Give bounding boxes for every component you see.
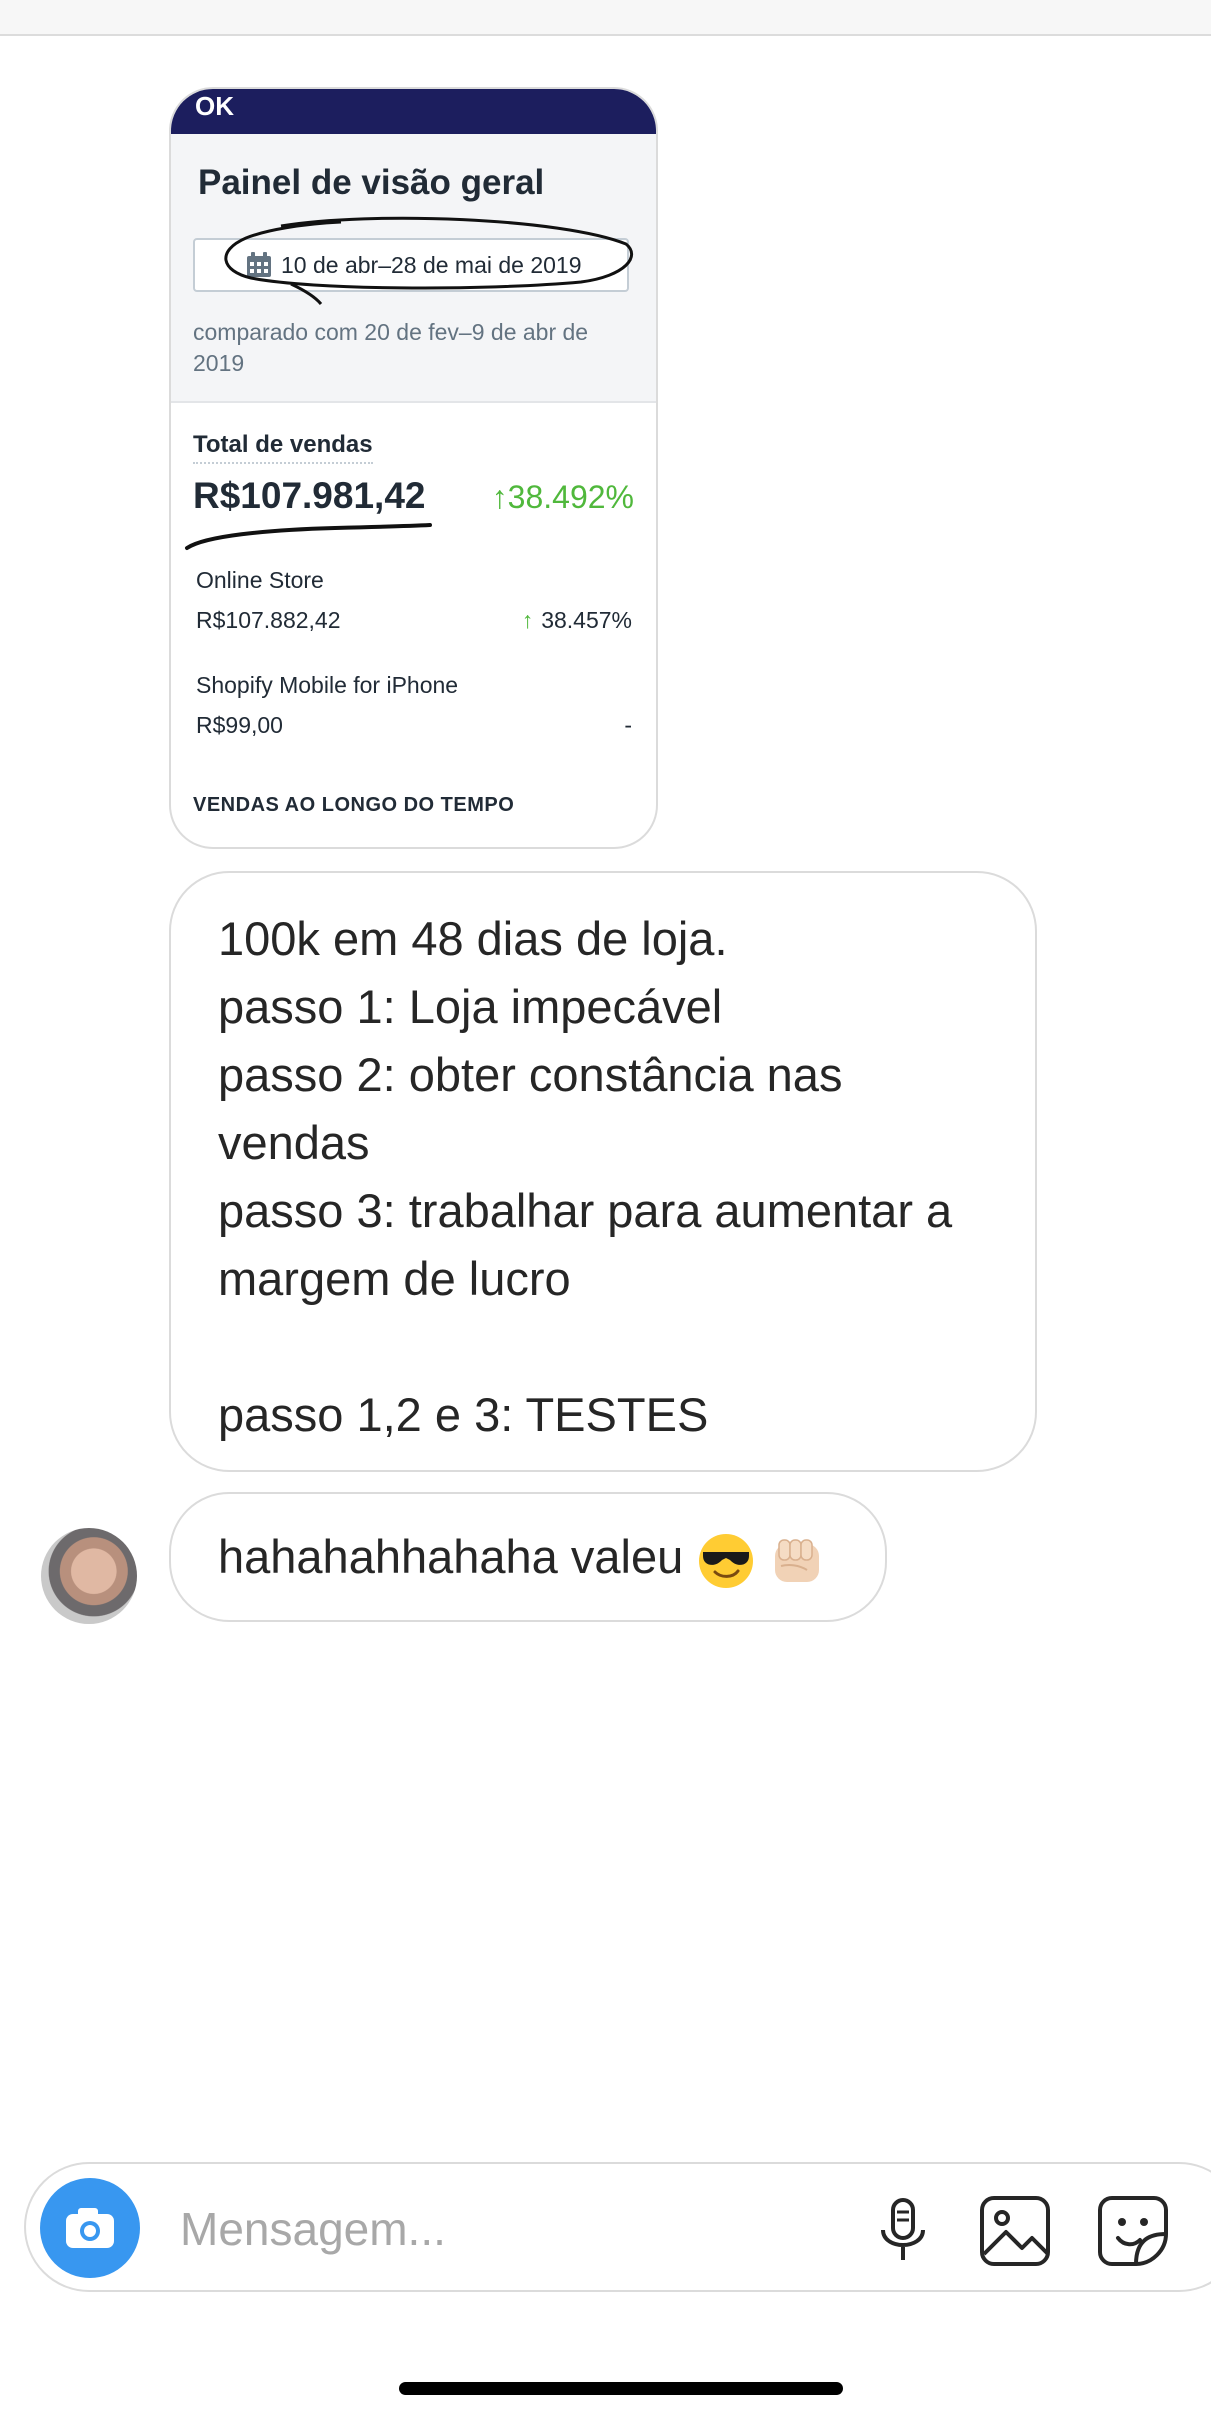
- channel-name: Shopify Mobile for iPhone: [196, 672, 459, 698]
- message-composer: [24, 2162, 1211, 2292]
- reply-message-bubble[interactable]: hahahahhahaha valeu: [169, 1492, 887, 1622]
- total-sales-change-value: 38.492%: [507, 479, 634, 515]
- sunglasses-emoji-icon: [699, 1533, 754, 1588]
- camera-button[interactable]: [40, 2178, 140, 2278]
- navbar-fragment-text: OK: [195, 91, 234, 121]
- home-indicator: [399, 2382, 843, 2395]
- microphone-icon[interactable]: [866, 2194, 940, 2268]
- top-bar: [0, 0, 1211, 36]
- channel-value: R$107.882,42: [196, 607, 341, 633]
- dashboard-navbar: OK: [171, 89, 656, 134]
- hand-drawn-underline: [185, 523, 432, 550]
- avatar[interactable]: [41, 1528, 137, 1624]
- dashboard-header: OK Painel de visão geral 10 de abr–28 de…: [171, 89, 656, 403]
- section-heading: VENDAS AO LONGO DO TEMPO: [193, 794, 515, 816]
- message-input[interactable]: [178, 2200, 702, 2258]
- shared-image-message[interactable]: OK Painel de visão geral 10 de abr–28 de…: [169, 87, 658, 849]
- up-arrow-icon: ↑: [491, 479, 508, 515]
- hand-drawn-circle: [224, 216, 633, 305]
- channel-change-value: 38.457%: [541, 607, 632, 633]
- camera-icon: [66, 2208, 114, 2248]
- total-sales-value: R$107.981,42: [193, 475, 426, 516]
- channel-value: R$99,00: [196, 712, 283, 738]
- reply-text: hahahahhahaha valeu: [218, 1530, 684, 1583]
- up-arrow-icon: ↑: [521, 607, 534, 633]
- dashboard-title: Painel de visão geral: [198, 163, 545, 202]
- total-sales-change: ↑38.492%: [492, 479, 634, 516]
- reply-message: hahahahhahaha valeu: [218, 1526, 827, 1590]
- channel-change: ↑ 38.457%: [522, 607, 632, 634]
- message-text: 100k em 48 dias de loja. passo 1: Loja i…: [218, 912, 953, 1441]
- message-bubble[interactable]: 100k em 48 dias de loja. passo 1: Loja i…: [169, 871, 1037, 1472]
- channel-change: -: [624, 712, 632, 738]
- fist-emoji-icon: [775, 1538, 820, 1582]
- sticker-icon[interactable]: [1096, 2194, 1170, 2268]
- gallery-icon[interactable]: [978, 2194, 1052, 2268]
- total-sales-label: Total de vendas: [193, 431, 373, 464]
- channel-name: Online Store: [196, 567, 324, 593]
- comparison-text: comparado com 20 de fev–9 de abr de 2019: [193, 319, 589, 376]
